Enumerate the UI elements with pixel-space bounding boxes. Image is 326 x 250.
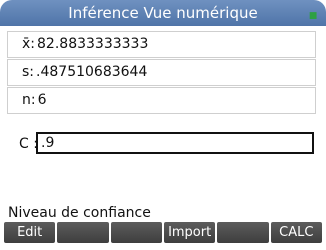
sample-size-label: n: <box>22 92 36 108</box>
confidence-input[interactable]: .9 <box>36 132 314 154</box>
battery-icon: ■ <box>308 11 318 21</box>
mean-field[interactable]: x̄: 82.8833333333 <box>7 31 316 58</box>
help-text: Niveau de confiance <box>8 205 151 221</box>
import-softkey[interactable]: Import <box>163 222 216 243</box>
sample-size-field[interactable]: n: 6 <box>7 87 316 114</box>
std-dev-label: s: <box>22 64 35 80</box>
empty-softkey-2[interactable] <box>57 222 109 243</box>
std-dev-field[interactable]: s: .487510683644 <box>7 59 316 86</box>
calculator-screen: Inférence Vue numérique ■ x̄: 82.88333333… <box>0 0 326 250</box>
empty-softkey-3[interactable] <box>110 222 162 243</box>
edit-softkey[interactable]: Edit <box>4 222 56 243</box>
soft-key-menu: Edit Import CALC <box>4 222 322 243</box>
std-dev-value: .487510683644 <box>36 64 148 80</box>
calc-softkey[interactable]: CALC <box>270 222 322 243</box>
mean-label: x̄: <box>22 36 36 52</box>
empty-softkey-5[interactable] <box>217 222 269 243</box>
title-bar: Inférence Vue numérique ■ <box>0 0 326 26</box>
mean-value: 82.8833333333 <box>37 36 149 52</box>
confidence-row: C : .9 <box>0 132 326 154</box>
page-title: Inférence Vue numérique <box>68 4 258 22</box>
sample-size-value: 6 <box>37 92 47 108</box>
